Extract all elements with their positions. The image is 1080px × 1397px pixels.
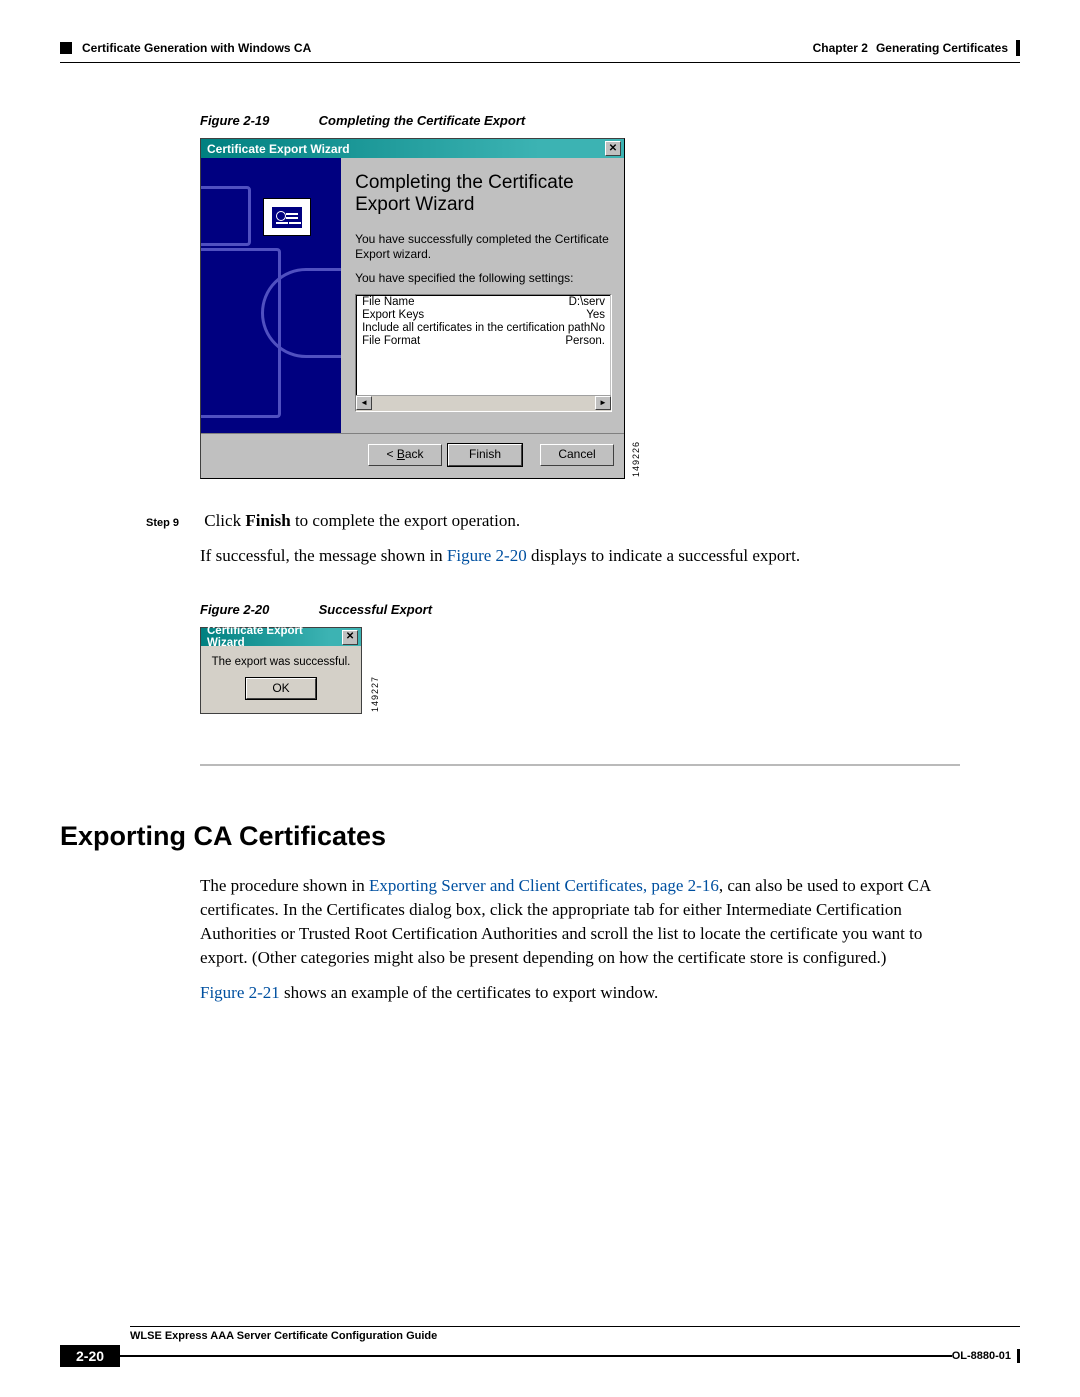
figure-19-image: Certificate Export Wizard ✕ Completing t…	[200, 138, 639, 479]
wizard-title: Certificate Export Wizard	[207, 142, 350, 156]
figure-19-number: Figure 2-19	[200, 113, 315, 128]
doc-id: OL-8880-01	[952, 1350, 1011, 1362]
section-divider	[200, 764, 960, 766]
page-footer: WLSE Express AAA Server Certificate Conf…	[60, 1326, 1020, 1367]
figure-20-title: Successful Export	[319, 602, 432, 617]
settings-listbox[interactable]: File NameD:\serv Export KeysYes Include …	[355, 294, 612, 412]
figure-19-title: Completing the Certificate Export	[319, 113, 526, 128]
header-bullet-icon	[60, 42, 72, 54]
cross-ref-link[interactable]: Exporting Server and Client Certificates…	[369, 876, 719, 895]
header-rule	[60, 62, 1020, 63]
export-success-dialog: Certificate Export Wizard ✕ The export w…	[200, 627, 362, 714]
page-header: Certificate Generation with Windows CA C…	[60, 40, 1020, 56]
cancel-button[interactable]: Cancel	[540, 444, 614, 466]
wizard-sidebar-graphic	[201, 158, 341, 433]
dialog-titlebar: Certificate Export Wizard ✕	[201, 628, 361, 646]
list-item: File NameD:\serv	[356, 295, 611, 308]
figure-2-21-link[interactable]: Figure 2-21	[200, 983, 280, 1002]
body-paragraph-2: Figure 2-21 shows an example of the cert…	[200, 981, 960, 1005]
certificate-icon	[263, 198, 311, 236]
wizard-text-1: You have successfully completed the Cert…	[355, 232, 612, 263]
ok-button[interactable]: OK	[246, 678, 316, 699]
list-item: Export KeysYes	[356, 308, 611, 321]
chapter-label: Chapter 2	[813, 41, 868, 55]
step-9: Step 9 Click Finish to complete the expo…	[200, 509, 1020, 568]
chapter-title: Generating Certificates	[876, 41, 1008, 55]
cert-export-wizard-dialog: Certificate Export Wizard ✕ Completing t…	[200, 138, 625, 479]
section-title: Certificate Generation with Windows CA	[82, 41, 311, 55]
back-button[interactable]: < Back	[368, 444, 442, 466]
figure-20-image: Certificate Export Wizard ✕ The export w…	[200, 627, 378, 714]
horizontal-scrollbar[interactable]: ◄ ►	[356, 395, 611, 411]
dialog-message: The export was successful.	[211, 656, 351, 668]
dialog-title: Certificate Export Wizard	[207, 625, 342, 649]
step-label: Step 9	[146, 516, 200, 532]
finish-button[interactable]: Finish	[448, 444, 522, 466]
footer-bar-icon	[1017, 1349, 1020, 1363]
figure-20-caption: Figure 2-20 Successful Export	[200, 602, 1020, 617]
list-item: File FormatPerson.	[356, 334, 611, 347]
list-item: Include all certificates in the certific…	[356, 321, 611, 334]
wizard-titlebar: Certificate Export Wizard ✕	[201, 139, 624, 158]
figure-2-20-link[interactable]: Figure 2-20	[447, 546, 527, 565]
wizard-button-row: < Back Finish Cancel	[201, 433, 624, 478]
wizard-heading: Completing the Certificate Export Wizard	[355, 172, 612, 216]
wizard-text-2: You have specified the following setting…	[355, 271, 612, 287]
scroll-right-icon[interactable]: ►	[595, 396, 611, 410]
close-icon[interactable]: ✕	[342, 630, 358, 645]
section-heading: Exporting CA Certificates	[60, 821, 1020, 852]
close-icon[interactable]: ✕	[605, 141, 621, 156]
header-bar-icon	[1016, 40, 1020, 56]
figure-19-caption: Figure 2-19 Completing the Certificate E…	[200, 113, 1020, 128]
scroll-left-icon[interactable]: ◄	[356, 396, 372, 410]
page-number: 2-20	[60, 1345, 120, 1367]
figure-20-number: Figure 2-20	[200, 602, 315, 617]
body-paragraph-1: The procedure shown in Exporting Server …	[200, 874, 960, 969]
figure-id-label: 149226	[631, 441, 641, 477]
figure-id-label: 149227	[370, 676, 380, 712]
footer-guide-title: WLSE Express AAA Server Certificate Conf…	[130, 1330, 1020, 1342]
